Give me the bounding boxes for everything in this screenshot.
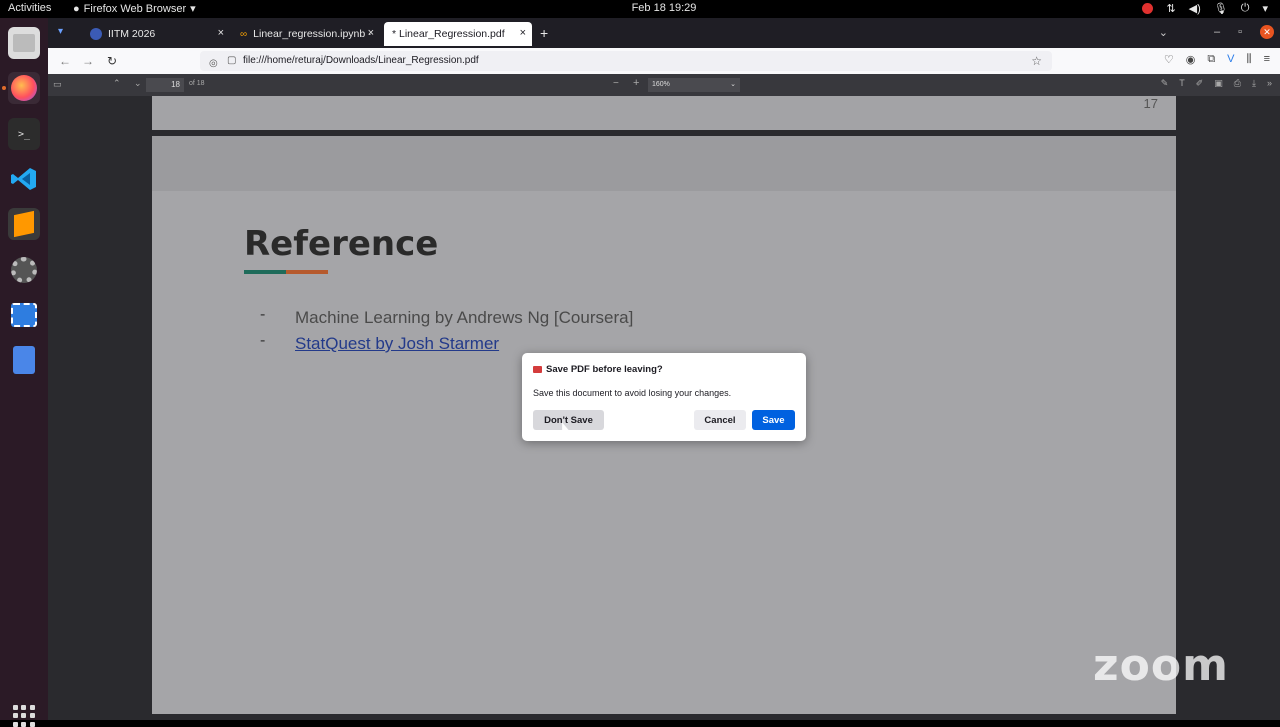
volume-icon: ◀)	[1188, 3, 1201, 15]
title-underline	[244, 270, 328, 274]
image-icon[interactable]: ▣	[1214, 78, 1223, 89]
zoom-in-icon[interactable]: +	[633, 77, 639, 89]
settings-icon[interactable]	[8, 254, 40, 286]
cancel-button[interactable]: Cancel	[694, 410, 746, 430]
todo-icon[interactable]	[8, 344, 40, 376]
close-tab-icon[interactable]: ×	[218, 27, 224, 39]
save-button[interactable]: Save	[752, 410, 795, 430]
zoom-watermark: zoom	[1093, 640, 1229, 691]
new-tab-button[interactable]: +	[540, 25, 548, 41]
dialog-title: Save PDF before leaving?	[533, 364, 663, 375]
close-tab-icon[interactable]: ×	[368, 27, 374, 39]
tracking-shield-icon[interactable]: ◎	[209, 54, 218, 74]
list-all-tabs-icon[interactable]: ⌄	[1159, 26, 1168, 39]
screenshot-icon[interactable]	[8, 299, 40, 331]
tab-bar: ▾ IITM 2026 × ∞ Linear_regression.ipynb …	[48, 18, 1280, 48]
toolbar-icons: ♡ ◉ ⧉ V ⫼ ≡	[1164, 53, 1270, 66]
highlight-icon[interactable]: ✎	[1161, 78, 1169, 89]
system-tray[interactable]: ⇅ ◀) 🎙 ⏻ ▾	[1142, 2, 1268, 15]
tab-iitm[interactable]: IITM 2026 ×	[82, 22, 230, 46]
back-icon[interactable]: ←	[57, 53, 73, 69]
zoom-out-icon[interactable]: −	[613, 78, 619, 89]
vscode-icon[interactable]	[8, 163, 40, 195]
site-favicon-icon	[90, 28, 102, 40]
colab-icon: ∞	[240, 28, 248, 40]
page-number-input[interactable]: 18	[146, 78, 184, 92]
firefox-icon[interactable]	[8, 72, 40, 104]
dialog-message: Save this document to avoid losing your …	[533, 388, 732, 398]
more-tools-icon[interactable]: »	[1267, 78, 1272, 89]
active-app-indicator	[2, 86, 6, 90]
network-icon: ⇅	[1166, 3, 1176, 15]
page-icon: ▢	[227, 55, 237, 66]
draw-icon[interactable]: ✐	[1196, 78, 1204, 89]
dont-save-button[interactable]: Don't Save	[533, 410, 604, 430]
chevron-down-icon: ⌄	[730, 81, 736, 88]
text-tool-icon[interactable]: T	[1179, 78, 1185, 89]
sublime-text-icon[interactable]	[8, 208, 40, 240]
forward-icon[interactable]: →	[80, 53, 96, 69]
tab-label: IITM 2026	[108, 28, 156, 40]
bullet-marker: -	[260, 332, 266, 349]
menu-icon[interactable]: ≡	[1264, 53, 1270, 66]
previous-page: 17	[152, 96, 1176, 130]
power-icon: ⏻	[1240, 2, 1250, 14]
close-tab-icon[interactable]: ×	[520, 27, 526, 39]
account-icon[interactable]: ◉	[1186, 53, 1196, 66]
clock[interactable]: Feb 18 19:29	[0, 2, 1280, 14]
slide-header-band	[152, 136, 1176, 191]
zoom-value: 160%	[652, 81, 670, 88]
restore-icon[interactable]: ▫	[1238, 26, 1242, 38]
library-icon[interactable]: ⫼	[1247, 53, 1252, 66]
reload-icon[interactable]: ↻	[104, 53, 120, 69]
ubuntu-dock: >_	[0, 18, 48, 727]
pdf-toolbar: ▭ ⌃ ⌄ 18 of 18 − + 160% ⌄ ✎ T ✐ ▣ ⎙ ⤓ »	[48, 74, 1280, 96]
slide-title: Reference	[244, 224, 439, 264]
tab-label: Linear_regression.ipynb ·	[253, 28, 372, 40]
minimize-icon[interactable]: –	[1214, 26, 1220, 38]
reference-item: Machine Learning by Andrews Ng [Coursera…	[295, 308, 634, 327]
bookmark-star-icon[interactable]: ☆	[1031, 51, 1042, 71]
next-page-icon[interactable]: ⌄	[134, 78, 142, 89]
sidebar-toggle-icon[interactable]: ▭	[53, 79, 62, 90]
url-text: file:///home/returaj/Downloads/Linear_Re…	[243, 55, 479, 66]
extensions-icon[interactable]: ⧉	[1207, 53, 1215, 66]
tab-list-icon[interactable]: ▾	[58, 26, 63, 37]
bullet-marker: -	[260, 306, 266, 323]
reference-link[interactable]: StatQuest by Josh Starmer	[295, 334, 499, 354]
pdf-icon	[533, 366, 542, 373]
close-window-icon[interactable]: ✕	[1260, 25, 1274, 39]
microphone-icon: 🎙	[1213, 3, 1228, 15]
navigation-bar: ← → ↻ ◎ ▢ file:///home/returaj/Downloads…	[48, 48, 1280, 74]
previous-page-icon[interactable]: ⌃	[113, 78, 121, 89]
terminal-icon[interactable]: >_	[8, 118, 40, 150]
system-top-bar: Activities ● Firefox Web Browser ▾ Feb 1…	[0, 0, 1280, 18]
pocket-icon[interactable]: ♡	[1164, 53, 1174, 66]
recording-indicator-icon	[1142, 3, 1154, 14]
show-applications-icon[interactable]	[13, 705, 35, 727]
print-icon[interactable]: ⎙	[1234, 78, 1241, 89]
tab-notebook[interactable]: ∞ Linear_regression.ipynb · ×	[232, 22, 380, 46]
zoom-select[interactable]: 160% ⌄	[648, 78, 740, 92]
vpn-extension-icon[interactable]: V	[1227, 53, 1234, 66]
page-count: of 18	[189, 80, 205, 87]
pdf-tools: ✎ T ✐ ▣ ⎙ ⤓ »	[1161, 78, 1272, 89]
tab-pdf[interactable]: * Linear_Regression.pdf ×	[384, 22, 532, 46]
files-icon[interactable]	[8, 27, 40, 59]
tab-label: * Linear_Regression.pdf	[392, 28, 505, 40]
window-controls: ⌄ – ▫ ✕	[1159, 25, 1274, 39]
dialog-title-text: Save PDF before leaving?	[546, 364, 663, 375]
slide-number: 17	[1143, 96, 1158, 111]
save-icon[interactable]: ⤓	[1252, 78, 1256, 89]
url-bar[interactable]: ◎ ▢ file:///home/returaj/Downloads/Linea…	[200, 51, 1052, 71]
chevron-down-icon: ▾	[1262, 3, 1268, 15]
